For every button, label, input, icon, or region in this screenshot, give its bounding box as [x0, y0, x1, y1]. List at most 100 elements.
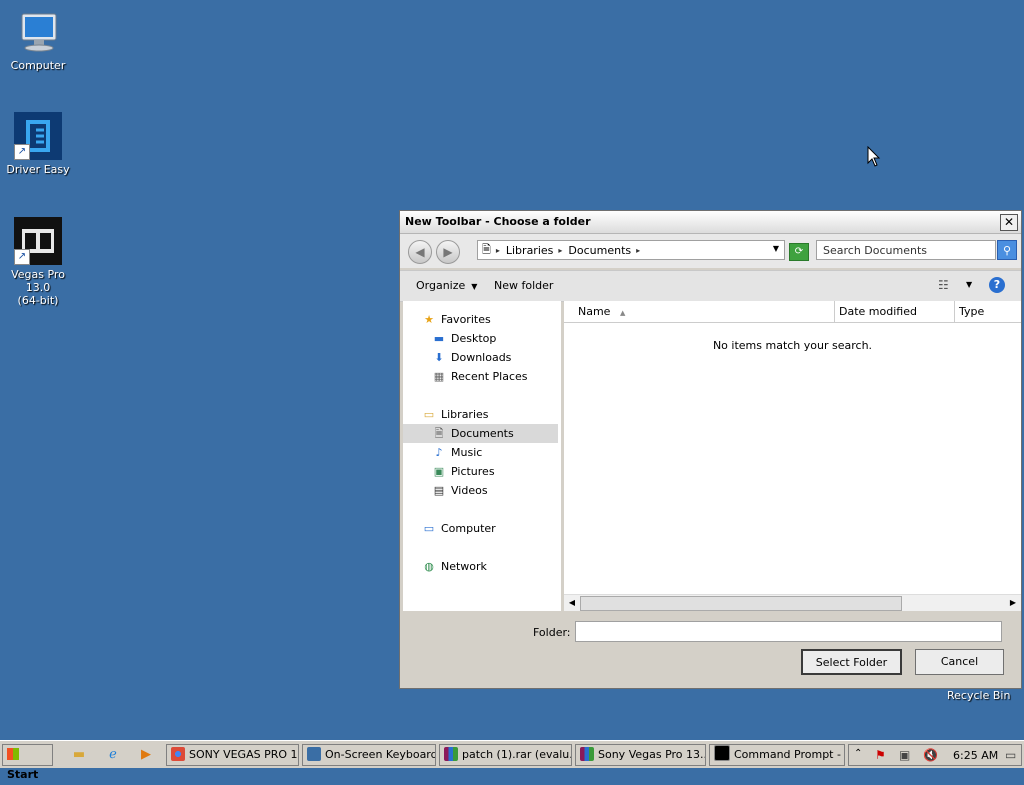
- keyboard-icon: [307, 747, 321, 761]
- chevron-down-icon[interactable]: ▼: [966, 280, 972, 289]
- nav-item-label: Pictures: [451, 465, 495, 478]
- scroll-right-icon[interactable]: ▶: [1006, 596, 1020, 610]
- nav-item-label: Favorites: [441, 313, 491, 326]
- desktop-icon-label-line1: Vegas Pro 13.0: [11, 268, 65, 294]
- folder-row: Folder:: [400, 611, 1021, 651]
- nav-item-label: Libraries: [441, 408, 489, 421]
- nav-item-desktop[interactable]: ▬ Desktop: [431, 329, 497, 348]
- nav-item-downloads[interactable]: ⬇ Downloads: [431, 348, 511, 367]
- nav-item-libraries[interactable]: ▭ Libraries: [421, 405, 489, 424]
- documents-icon: 🗎: [434, 427, 444, 440]
- scrollbar-thumb[interactable]: [580, 596, 902, 611]
- chevron-down-icon: ▼: [471, 282, 478, 291]
- help-icon[interactable]: ?: [989, 277, 1005, 293]
- column-header-name[interactable]: Name ▲: [564, 301, 835, 323]
- windows-logo-icon: [7, 748, 19, 760]
- pictures-icon: ▣: [433, 465, 445, 478]
- shortcut-arrow-icon: ↗: [14, 144, 30, 160]
- forward-button[interactable]: ▶: [436, 240, 460, 264]
- start-button[interactable]: Start: [2, 744, 53, 781]
- nav-item-label: Music: [451, 446, 483, 459]
- column-header-label: Name: [578, 305, 611, 318]
- task-sony-vegas-rar[interactable]: Sony Vegas Pro 13....: [575, 744, 706, 766]
- task-label: SONY VEGAS PRO 1...: [189, 748, 299, 761]
- breadcrumb-documents[interactable]: Documents: [568, 244, 631, 257]
- start-label: Start: [7, 768, 39, 781]
- computer-icon: ▭: [423, 522, 435, 535]
- chevron-down-icon[interactable]: ▼: [773, 244, 779, 253]
- address-bar[interactable]: 🗎 ▸ Libraries ▸ Documents ▸ ▼: [477, 240, 785, 260]
- nav-item-label: Downloads: [451, 351, 512, 364]
- search-icon: ⚲: [1002, 244, 1012, 257]
- explorer-folder-icon[interactable]: ▬: [70, 747, 88, 763]
- folder-input[interactable]: [575, 621, 1002, 642]
- column-header-type[interactable]: Type: [955, 301, 1021, 323]
- task-on-screen-keyboard[interactable]: On-Screen Keyboard: [302, 744, 436, 766]
- task-command-prompt[interactable]: Command Prompt - ...: [709, 744, 845, 766]
- nav-item-label: Computer: [441, 522, 496, 535]
- file-list-pane: Name ▲ Date modified Type No items match…: [564, 301, 1021, 611]
- search-input[interactable]: Search Documents: [816, 240, 996, 260]
- cancel-button[interactable]: Cancel: [915, 649, 1004, 675]
- desktop-icon-vegas-pro[interactable]: ↗ Vegas Pro 13.0 (64-bit): [0, 217, 76, 307]
- network-globe-icon: ◍: [424, 560, 434, 573]
- view-options-icon[interactable]: ☷: [938, 278, 949, 292]
- nav-item-recent-places[interactable]: ▦ Recent Places: [431, 367, 528, 386]
- breadcrumb-libraries[interactable]: Libraries: [506, 244, 554, 257]
- clock[interactable]: 6:25 AM: [953, 749, 998, 762]
- dialog-titlebar[interactable]: New Toolbar - Choose a folder ✕: [400, 211, 1021, 234]
- sort-ascending-icon: ▲: [619, 309, 626, 317]
- chevron-right-icon: ▸: [558, 245, 563, 255]
- navigation-bar: ◀ ▶ 🗎 ▸ Libraries ▸ Documents ▸ ▼ ⟳ Sear…: [400, 234, 1021, 268]
- nav-item-label: Network: [441, 560, 487, 573]
- nav-item-network[interactable]: ◍ Network: [421, 557, 487, 576]
- close-button[interactable]: ✕: [1000, 214, 1018, 231]
- system-tray: ⌃ ⚑ ▣ 🔇 6:25 AM ▭: [848, 744, 1022, 766]
- nav-item-pictures[interactable]: ▣ Pictures: [431, 462, 495, 481]
- dialog-title: New Toolbar - Choose a folder: [405, 215, 591, 228]
- action-center-flag-icon[interactable]: ⚑: [875, 748, 886, 762]
- column-header-date-modified[interactable]: Date modified: [835, 301, 955, 323]
- nav-item-label: Videos: [451, 484, 488, 497]
- winrar-icon: [580, 747, 594, 761]
- desktop-icon: ▬: [433, 332, 445, 345]
- nav-item-label: Recent Places: [451, 370, 528, 383]
- organize-menu[interactable]: Organize ▼: [416, 279, 477, 292]
- back-button[interactable]: ◀: [408, 240, 432, 264]
- nav-item-computer[interactable]: ▭ Computer: [421, 519, 496, 538]
- scroll-left-icon[interactable]: ◀: [565, 596, 579, 610]
- driver-easy-icon: ↗: [14, 112, 62, 160]
- media-player-icon[interactable]: ▶: [137, 747, 155, 763]
- nav-item-videos[interactable]: ▤ Videos: [431, 481, 488, 500]
- nav-item-favorites[interactable]: ★ Favorites: [421, 310, 491, 329]
- shortcut-arrow-icon: ↗: [14, 249, 30, 265]
- mouse-cursor-icon: [867, 146, 881, 167]
- desktop-icon-computer[interactable]: Computer: [0, 8, 76, 72]
- vegas-film-icon: ↗: [14, 217, 62, 265]
- nav-item-label: Desktop: [451, 332, 497, 345]
- internet-explorer-icon[interactable]: ℯ: [104, 747, 122, 763]
- forward-arrow-icon: ▶: [443, 245, 453, 259]
- empty-results-message: No items match your search.: [712, 339, 873, 352]
- folder-label: Folder:: [533, 626, 571, 639]
- volume-muted-icon[interactable]: 🔇: [923, 748, 938, 762]
- show-hidden-icons-icon[interactable]: ⌃: [854, 748, 862, 759]
- nav-item-documents[interactable]: 🗎 Documents: [403, 424, 558, 443]
- network-status-icon[interactable]: ▣: [899, 748, 910, 762]
- task-label: On-Screen Keyboard: [325, 748, 436, 761]
- command-bar: Organize ▼ New folder ☷ ▼ ?: [400, 270, 1021, 302]
- select-folder-button[interactable]: Select Folder: [801, 649, 902, 675]
- horizontal-scrollbar[interactable]: ◀ ▶: [564, 594, 1021, 611]
- desktop-icon-driver-easy[interactable]: ↗ Driver Easy: [0, 112, 76, 176]
- recycle-bin-label[interactable]: Recycle Bin: [947, 689, 1010, 702]
- show-desktop-icon[interactable]: ▭: [1005, 748, 1016, 762]
- winrar-icon: [444, 747, 458, 761]
- task-sony-vegas-chrome[interactable]: SONY VEGAS PRO 1...: [166, 744, 299, 766]
- search-button[interactable]: ⚲: [997, 240, 1017, 260]
- new-folder-button[interactable]: New folder: [494, 279, 553, 292]
- refresh-button[interactable]: ⟳: [789, 243, 809, 261]
- music-icon: ♪: [435, 446, 443, 459]
- choose-folder-dialog: New Toolbar - Choose a folder ✕ ◀ ▶ 🗎 ▸ …: [399, 210, 1022, 689]
- nav-item-music[interactable]: ♪ Music: [431, 443, 482, 462]
- task-patch-rar[interactable]: patch (1).rar (evalu...: [439, 744, 572, 766]
